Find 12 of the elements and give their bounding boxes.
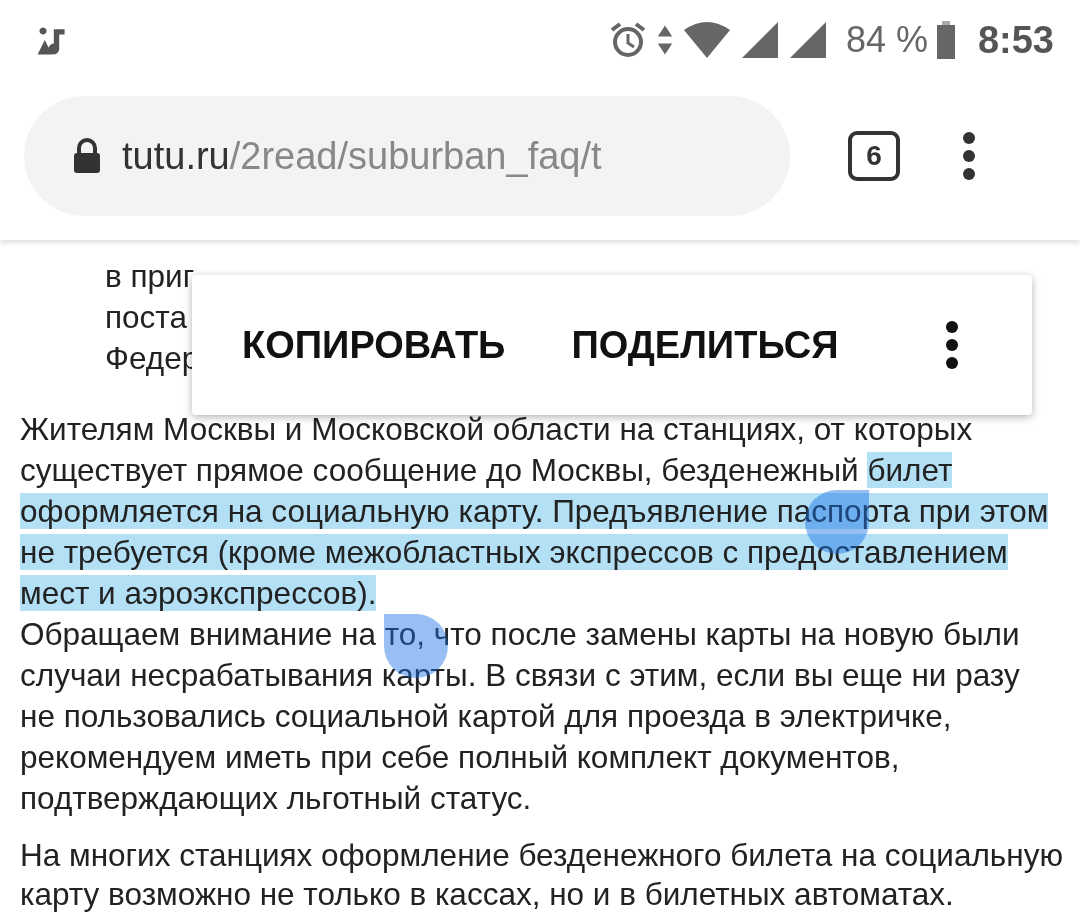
clock: 8:53 [977, 18, 1054, 62]
battery-percent: 84 % [845, 19, 928, 61]
paragraph: На многих станциях оформление безденежного билета на социальную карту возможно не только в кассах, но и в билетных автоматах. [20, 836, 1060, 913]
wifi-icon [681, 20, 732, 60]
menu-item[interactable]: ПОДЕЛИТЬСЯ [551, 309, 859, 381]
tab-count-button[interactable]: 6 [848, 131, 900, 181]
lock-icon [72, 138, 102, 174]
menu-item[interactable]: КОПИРОВАТЬ [222, 309, 526, 381]
address-bar[interactable]: tutu.ru/2read/suburban_faq/t [24, 96, 790, 216]
more-options-icon[interactable] [962, 131, 976, 181]
battery-icon [935, 20, 956, 60]
more-options-icon[interactable] [944, 320, 959, 370]
